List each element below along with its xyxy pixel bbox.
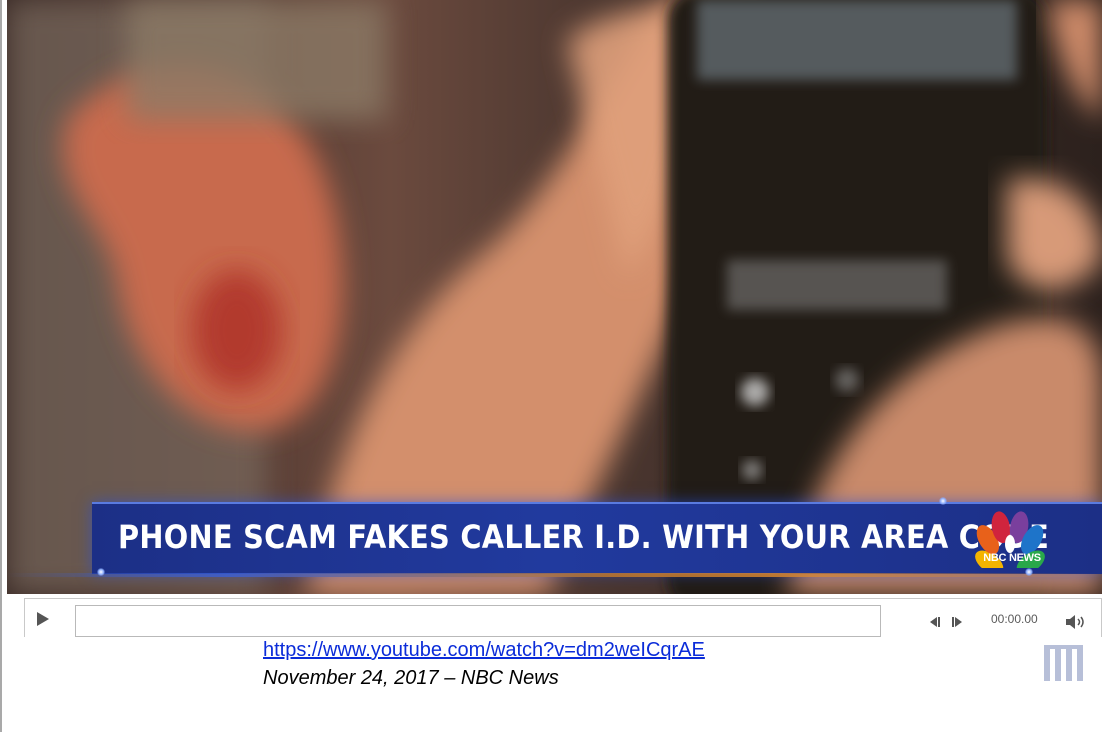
glow-sparkle	[97, 568, 105, 576]
player-controls: 00:00.00	[24, 598, 1102, 637]
nbc-news-wordmark: NBC NEWS	[983, 552, 1041, 564]
play-icon[interactable]	[35, 611, 51, 627]
video-frame[interactable]: PHONE SCAM FAKES CALLER I.D. WITH YOUR A…	[7, 0, 1102, 594]
next-frame-icon[interactable]	[951, 616, 965, 628]
seek-bar[interactable]	[75, 605, 881, 637]
volume-icon[interactable]	[1065, 614, 1087, 630]
time-readout: 00:00.00	[991, 612, 1038, 626]
video-headline: PHONE SCAM FAKES CALLER I.D. WITH YOUR A…	[118, 518, 1050, 556]
glow-sparkle	[1025, 568, 1033, 576]
source-video-link[interactable]: https://www.youtube.com/watch?v=dm2weICq…	[263, 639, 705, 662]
brand-bars-logo	[1044, 645, 1083, 681]
slide-left-border	[0, 0, 2, 732]
banner-glow-line	[7, 573, 1102, 577]
glow-sparkle	[939, 497, 947, 505]
source-date-credit: November 24, 2017 – NBC News	[263, 667, 559, 689]
previous-frame-icon[interactable]	[927, 616, 941, 628]
